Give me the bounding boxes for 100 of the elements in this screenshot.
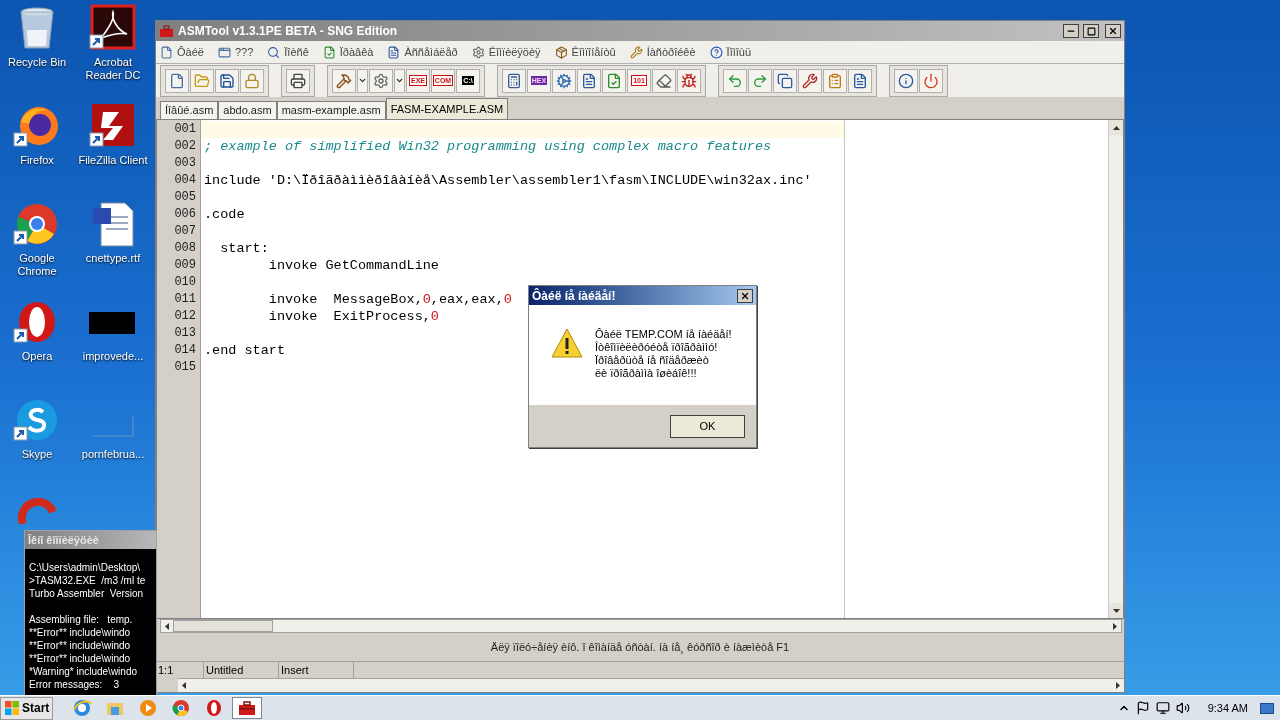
console-output: C:\Users\admin\Desktop\ >TASM32.EXE /m3 /ml te Turbo Assembler Version Assembling file: temp. **Error** include\windo **Error** include\windo **Error** include\windo *Warning* include\windo Error messages: 3 — [29, 561, 146, 691]
toolbar-button[interactable] — [552, 68, 576, 93]
icon-label: improvede... — [81, 350, 145, 363]
icon-label: Opera — [20, 350, 54, 363]
close-button[interactable] — [1105, 24, 1121, 38]
document-icon — [387, 45, 401, 59]
up-arrow-icon — [1112, 125, 1120, 130]
file-tab[interactable]: abdo.asm — [218, 101, 277, 119]
left-arrow-icon — [165, 622, 169, 630]
network-icon[interactable] — [1155, 701, 1170, 715]
search-icon — [267, 45, 281, 59]
toolbar-button[interactable] — [652, 68, 676, 93]
close-icon — [1108, 26, 1118, 36]
right-arrow-icon — [1113, 622, 1117, 630]
toolbox-icon — [237, 698, 258, 718]
app-icon[interactable] — [89, 102, 137, 150]
menu-item[interactable]: Ôàéë — [160, 43, 204, 61]
right-arrow-icon — [1116, 682, 1120, 689]
down-arrow-icon — [1112, 608, 1120, 613]
scrollbar-thumb[interactable] — [173, 620, 273, 632]
gear-icon — [471, 45, 485, 59]
wrench-icon — [629, 45, 643, 59]
line-number: 002 — [173, 138, 197, 155]
help-icon — [709, 45, 723, 59]
ok-button[interactable]: OK — [670, 414, 745, 438]
toolbar-button[interactable] — [894, 68, 918, 93]
flag-icon[interactable] — [1135, 701, 1150, 715]
toolbar-button[interactable] — [602, 68, 626, 93]
page-icon — [160, 45, 173, 59]
caret-icon — [358, 76, 367, 85]
start-button[interactable]: Start — [0, 696, 54, 720]
floppy-icon — [219, 72, 235, 89]
line-number: 015 — [173, 359, 197, 376]
line-number: 014 — [173, 342, 197, 359]
toolbar-button[interactable] — [919, 68, 943, 93]
close-button[interactable] — [737, 288, 753, 303]
icon-label: pornfebrua... — [80, 448, 146, 461]
line-number: 003 — [173, 155, 197, 172]
volume-icon[interactable] — [1175, 701, 1190, 715]
app-icon[interactable] — [89, 4, 137, 52]
document-check-icon — [322, 45, 336, 59]
line-number: 011 — [173, 291, 197, 308]
toolbox-icon — [159, 24, 174, 38]
close-icon — [740, 290, 750, 301]
icon-label: Firefox — [19, 154, 55, 167]
folder-icon — [194, 72, 210, 89]
window-icon — [217, 45, 231, 59]
power-icon — [923, 72, 939, 89]
toolbar-button[interactable] — [677, 68, 701, 93]
hammer-icon — [336, 72, 352, 89]
start-logo-icon — [4, 700, 20, 716]
toolbar-button[interactable] — [502, 68, 526, 93]
line-number: 009 — [173, 257, 197, 274]
file-tab[interactable]: Íîâûé.asm — [160, 101, 219, 119]
printer-icon — [290, 72, 306, 89]
line-number: 001 — [173, 121, 197, 138]
menu-item[interactable]: Ïîìîùü — [709, 43, 752, 61]
line-number: 006 — [173, 206, 197, 223]
bug-icon — [681, 72, 697, 89]
toolbar-button[interactable] — [848, 68, 872, 93]
line-number: 008 — [173, 240, 197, 257]
show-desktop-button[interactable] — [1260, 702, 1274, 714]
icon-label: Recycle Bin — [6, 56, 68, 69]
toolbar-button[interactable] — [165, 68, 189, 93]
calculator-icon — [506, 72, 522, 89]
window-title: ASMTool v1.3.1PE BETA - SNG Edition — [178, 23, 399, 40]
taskbar-button[interactable] — [232, 697, 263, 719]
menu-item[interactable]: Íàñòðîéêè — [629, 43, 696, 61]
line-number: 010 — [173, 274, 197, 291]
wrench-icon — [802, 72, 818, 89]
toolbar-button[interactable] — [798, 68, 822, 93]
file-tab[interactable]: masm-example.asm — [276, 101, 386, 119]
hint-text: Äëÿ ïîëó÷åíèÿ èíô. î êîìàíäå óñòàí. íà íå¸ êóðñîð è íàæìèòå F1 — [490, 639, 790, 656]
menu-item[interactable]: Êîìïîíåíòû — [554, 43, 616, 61]
minimize-button[interactable] — [1063, 24, 1079, 38]
toolbar-button[interactable] — [369, 68, 393, 93]
line-number: 004 — [173, 172, 197, 189]
toolbar-button[interactable] — [332, 68, 356, 93]
toolbar-button[interactable] — [577, 68, 601, 93]
caret-icon — [395, 76, 404, 85]
undo-icon — [727, 72, 743, 89]
maximize-button[interactable] — [1083, 24, 1099, 38]
redo-icon — [752, 72, 768, 89]
menu-item[interactable]: Ïîèñê — [267, 43, 309, 61]
line-number: 012 — [173, 308, 197, 325]
lock-icon — [244, 72, 260, 89]
menu-item[interactable]: Àññåìáëåð — [387, 43, 458, 61]
toolbar-button[interactable] — [215, 68, 239, 93]
clock[interactable]: 9:34 AM — [1207, 699, 1248, 717]
menu-item[interactable]: ??? — [217, 43, 254, 61]
menu-item[interactable]: Ïðàâêà — [322, 43, 374, 61]
menu-item[interactable]: Êîìïèëÿöèÿ — [471, 43, 541, 61]
gear-icon — [373, 72, 389, 89]
left-arrow-icon — [182, 682, 186, 689]
gear-icon — [556, 72, 572, 89]
document-icon — [581, 72, 597, 89]
toolbar-button[interactable] — [773, 68, 797, 93]
document-check-icon — [606, 72, 622, 89]
line-number: 007 — [173, 223, 197, 240]
file-tab[interactable]: FASM-EXAMPLE.ASM — [385, 98, 509, 119]
